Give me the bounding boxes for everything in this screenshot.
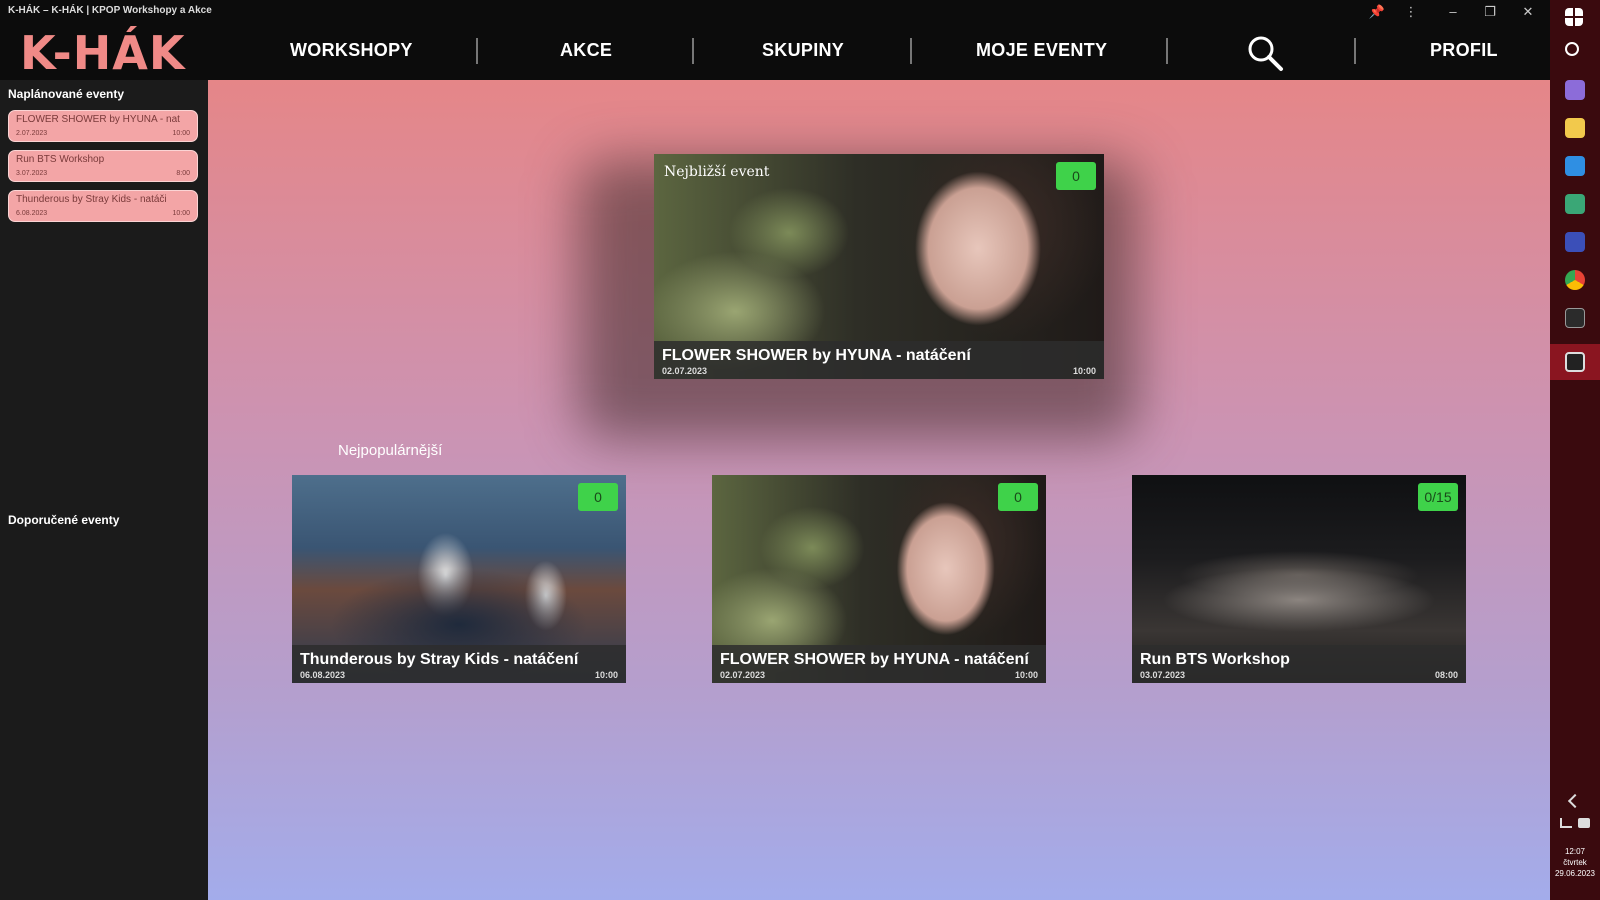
clock-time: 12:07	[1564, 847, 1586, 856]
windows-start-icon[interactable]	[1565, 8, 1583, 26]
planned-event-date: 2.07.2023	[16, 130, 48, 137]
nav-moje-eventy[interactable]: MOJE EVENTY	[976, 40, 1107, 61]
event-title: FLOWER SHOWER by HYUNA - natáčení	[662, 347, 971, 364]
event-time: 10:00	[1014, 670, 1038, 680]
event-date: 02.07.2023	[720, 670, 766, 680]
close-icon[interactable]: ✕	[1517, 2, 1539, 22]
clock-date: 29.06.2023	[1554, 869, 1596, 878]
search-icon[interactable]	[1244, 32, 1288, 76]
nav-divider	[1354, 38, 1356, 64]
minimize-icon[interactable]: –	[1442, 2, 1464, 22]
nav-divider	[1166, 38, 1168, 64]
nav-divider	[692, 38, 694, 64]
popular-event-card[interactable]: 0 Thunderous by Stray Kids - natáčení 06…	[292, 475, 626, 683]
volume-icon[interactable]	[1578, 818, 1590, 828]
clock-day: čtvrtek	[1563, 858, 1587, 867]
popular-event-card[interactable]: 0 FLOWER SHOWER by HYUNA - natáčení 02.0…	[712, 475, 1046, 683]
more-icon[interactable]: ⋮	[1400, 2, 1422, 22]
sidebar: Naplánované eventy FLOWER SHOWER by HYUN…	[0, 80, 208, 900]
main-header: K-HÁK WORKSHOPY AKCE SKUPINY MOJE EVENTY…	[0, 24, 1550, 80]
os-taskbar: 12:07 čtvrtek 29.06.2023	[1550, 0, 1600, 900]
recommended-events-heading: Doporučené eventy	[8, 513, 120, 527]
planned-event-date: 6.08.2023	[16, 210, 48, 217]
planned-event-item[interactable]: Thunderous by Stray Kids - natáči 6.08.2…	[8, 190, 198, 222]
nav-skupiny[interactable]: SKUPINY	[762, 40, 844, 61]
nav-workshopy[interactable]: WORKSHOPY	[290, 40, 413, 61]
event-time: 10:00	[1072, 366, 1096, 376]
network-icon[interactable]	[1560, 818, 1572, 828]
main-content: Nejbližší event 0 FLOWER SHOWER by HYUNA…	[208, 80, 1550, 900]
event-date: 02.07.2023	[662, 366, 708, 376]
planned-event-title: Run BTS Workshop	[16, 154, 105, 165]
planned-event-title: Thunderous by Stray Kids - natáči	[16, 194, 167, 205]
app-logo[interactable]: K-HÁK	[20, 28, 185, 78]
planned-event-date: 3.07.2023	[16, 170, 48, 177]
terminal-icon[interactable]	[1565, 308, 1585, 328]
event-title: Run BTS Workshop	[1140, 651, 1290, 668]
event-title: Thunderous by Stray Kids - natáčení	[300, 651, 579, 668]
event-time: 08:00	[1434, 670, 1458, 680]
planned-event-time: 10:00	[172, 210, 190, 217]
featured-label: Nejbližší event	[664, 164, 770, 180]
file-explorer-icon[interactable]	[1565, 118, 1585, 138]
attendee-count-badge: 0	[1056, 162, 1096, 190]
attendee-count-badge: 0	[998, 483, 1038, 511]
window-title: K-HÁK – K-HÁK | KPOP Workshopy a Akce	[8, 5, 212, 16]
taskbar-clock[interactable]: 12:07 čtvrtek 29.06.2023	[1553, 846, 1597, 879]
restore-icon[interactable]: ❐	[1479, 2, 1501, 22]
attendee-count-badge: 0	[578, 483, 618, 511]
planned-event-item[interactable]: Run BTS Workshop 3.07.2023 8:00	[8, 150, 198, 182]
attendee-count-badge: 0/15	[1418, 483, 1458, 511]
featured-event-card[interactable]: Nejbližší event 0 FLOWER SHOWER by HYUNA…	[654, 154, 1104, 379]
popular-event-card[interactable]: 0/15 Run BTS Workshop 03.07.2023 08:00	[1132, 475, 1466, 683]
xaml-designer-icon[interactable]	[1565, 232, 1585, 252]
photos-icon[interactable]	[1565, 194, 1585, 214]
event-title: FLOWER SHOWER by HYUNA - natáčení	[720, 651, 1029, 668]
nav-divider	[476, 38, 478, 64]
search-icon[interactable]	[1565, 42, 1579, 56]
planned-event-item[interactable]: FLOWER SHOWER by HYUNA - nat 2.07.2023 1…	[8, 110, 198, 142]
popular-heading: Nejpopulárnější	[338, 442, 443, 459]
nav-akce[interactable]: AKCE	[560, 40, 612, 61]
chevron-left-icon[interactable]	[1567, 793, 1583, 809]
vscode-icon[interactable]	[1565, 156, 1585, 176]
planned-event-time: 10:00	[172, 130, 190, 137]
pin-icon[interactable]: 📌	[1366, 2, 1388, 22]
event-date: 03.07.2023	[1140, 670, 1186, 680]
chrome-icon[interactable]	[1565, 270, 1585, 290]
nav-profil[interactable]: PROFIL	[1430, 40, 1498, 61]
planned-event-title: FLOWER SHOWER by HYUNA - nat	[16, 114, 180, 125]
visual-studio-icon[interactable]	[1565, 80, 1585, 100]
planned-event-time: 8:00	[176, 170, 190, 177]
running-app-icon[interactable]	[1565, 352, 1585, 372]
planned-events-heading: Naplánované eventy	[8, 87, 125, 101]
nav-divider	[910, 38, 912, 64]
window-titlebar: K-HÁK – K-HÁK | KPOP Workshopy a Akce 📌 …	[0, 0, 1550, 24]
event-time: 10:00	[594, 670, 618, 680]
event-date: 06.08.2023	[300, 670, 346, 680]
